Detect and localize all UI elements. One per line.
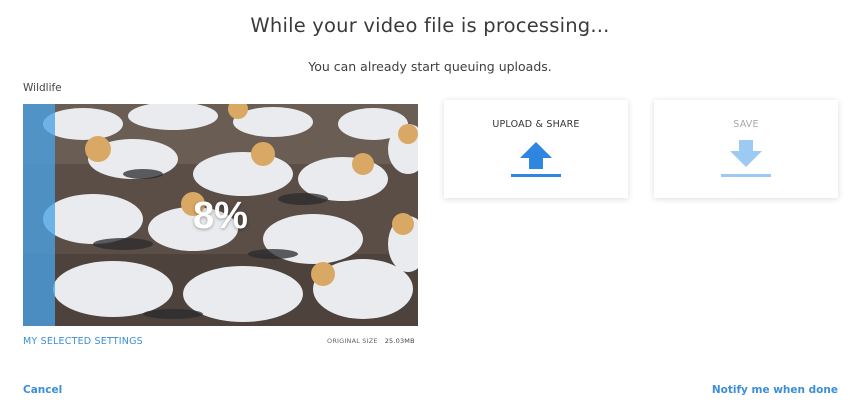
original-size-label: ORIGINAL SIZE	[327, 337, 378, 345]
original-size-info: ORIGINAL SIZE 25.03MB	[327, 337, 415, 345]
save-button[interactable]: SAVE	[654, 100, 838, 198]
my-selected-settings-link[interactable]: MY SELECTED SETTINGS	[23, 336, 143, 347]
original-size-value: 25.03MB	[384, 337, 415, 345]
page-title: While your video file is processing...	[250, 14, 610, 37]
upload-share-label: UPLOAD & SHARE	[492, 119, 580, 130]
download-arrow-icon	[721, 140, 771, 177]
video-thumbnail: 8%	[23, 104, 418, 326]
upload-share-button[interactable]: UPLOAD & SHARE	[444, 100, 628, 198]
progress-percentage: 8%	[193, 195, 248, 237]
video-file-name: Wildlife	[23, 82, 62, 94]
cancel-button[interactable]: Cancel	[23, 384, 62, 396]
page-subtitle: You can already start queuing uploads.	[308, 59, 552, 74]
notify-when-done-button[interactable]: Notify me when done	[712, 384, 838, 396]
save-label: SAVE	[733, 119, 759, 130]
upload-arrow-icon	[511, 142, 561, 177]
